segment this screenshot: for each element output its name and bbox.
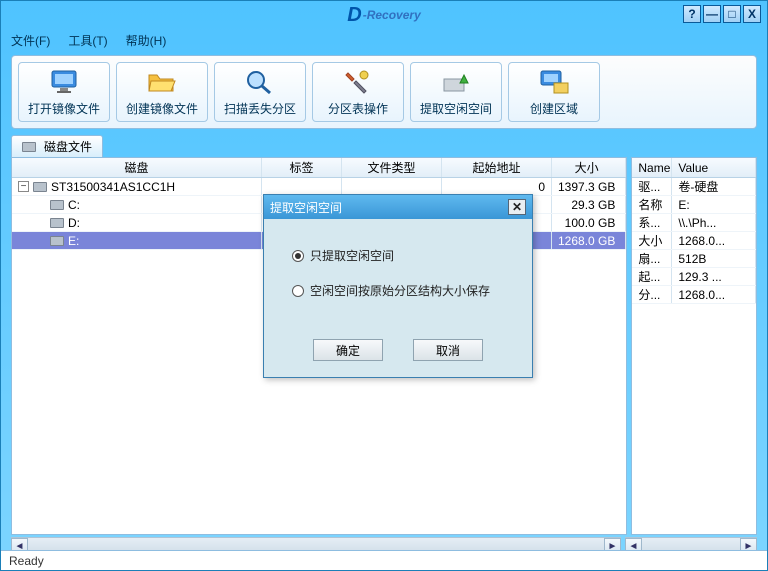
option-original-struct[interactable]: 空闲空间按原始分区结构大小保存: [292, 282, 516, 299]
dialog-titlebar[interactable]: 提取空闲空间 ✕: [264, 195, 532, 219]
hdd-icon: [33, 182, 47, 192]
part-name: C:: [68, 198, 80, 212]
disk-name: ST31500341AS1CC1H: [51, 180, 175, 194]
tab-label: 磁盘文件: [44, 138, 92, 155]
col-disk[interactable]: 磁盘: [12, 158, 262, 177]
prop-value: 129.3 ...: [672, 268, 756, 285]
part-name: D:: [68, 216, 80, 230]
prop-row[interactable]: 扇...512B: [632, 250, 756, 268]
size-value: 29.3 GB: [552, 196, 626, 213]
option-label: 只提取空闲空间: [310, 247, 394, 264]
titlebar: D -Recovery ? — □ X: [1, 1, 767, 29]
start-value: 0: [442, 178, 552, 195]
option-only-free[interactable]: 只提取空闲空间: [292, 247, 516, 264]
menubar: 文件(F) 工具(T) 帮助(H): [1, 29, 767, 51]
close-button[interactable]: X: [743, 5, 761, 23]
prop-name: 扇...: [632, 250, 672, 267]
prop-name: 起...: [632, 268, 672, 285]
dialog-body: 只提取空闲空间 空闲空间按原始分区结构大小保存: [264, 219, 532, 329]
dialog-buttons: 确定 取消: [264, 329, 532, 377]
size-value: 100.0 GB: [552, 214, 626, 231]
ok-button[interactable]: 确定: [313, 339, 383, 361]
prop-name: 系...: [632, 214, 672, 231]
prop-name: 大小: [632, 232, 672, 249]
tabstrip: 磁盘文件: [11, 135, 757, 157]
tool-label: 分区表操作: [328, 100, 388, 117]
prop-row[interactable]: 系...\\.\Ph...: [632, 214, 756, 232]
col-name[interactable]: Name: [632, 158, 672, 177]
status-text: Ready: [9, 554, 44, 568]
toolbar: 打开镜像文件 创建镜像文件 扫描丢失分区 分区表操作 提取空闲空间 创建区域: [11, 55, 757, 129]
monitor-disk-icon: [538, 68, 570, 96]
prop-value: 512B: [672, 250, 756, 267]
logo-d: D: [347, 4, 361, 27]
open-image-button[interactable]: 打开镜像文件: [18, 62, 110, 122]
disk-arrow-icon: [440, 68, 472, 96]
extract-free-button[interactable]: 提取空闲空间: [410, 62, 502, 122]
prop-value: 卷-硬盘: [672, 178, 756, 195]
app-logo: D -Recovery: [347, 4, 420, 27]
col-type[interactable]: 文件类型: [342, 158, 442, 177]
drive-icon: [50, 236, 64, 246]
prop-value: \\.\Ph...: [672, 214, 756, 231]
partition-ops-button[interactable]: 分区表操作: [312, 62, 404, 122]
prop-value: E:: [672, 196, 756, 213]
monitor-icon: [48, 68, 80, 96]
prop-name: 驱...: [632, 178, 672, 195]
magnifier-icon: [244, 68, 276, 96]
window-controls: ? — □ X: [683, 5, 761, 23]
prop-name: 名称: [632, 196, 672, 213]
tool-label: 打开镜像文件: [28, 100, 100, 117]
prop-value: 1268.0...: [672, 286, 756, 303]
col-value[interactable]: Value: [672, 158, 756, 177]
disk-icon: [22, 142, 36, 152]
size-value: 1268.0 GB: [552, 232, 626, 249]
prop-row[interactable]: 分...1268.0...: [632, 286, 756, 304]
cancel-button[interactable]: 取消: [413, 339, 483, 361]
prop-row[interactable]: 大小1268.0...: [632, 232, 756, 250]
menu-file[interactable]: 文件(F): [11, 32, 50, 49]
statusbar: Ready: [1, 550, 767, 570]
tool-label: 提取空闲空间: [420, 100, 492, 117]
radio-icon[interactable]: [292, 285, 304, 297]
prop-name: 分...: [632, 286, 672, 303]
radio-icon[interactable]: [292, 250, 304, 262]
tools-icon: [342, 68, 374, 96]
props-header: Name Value: [632, 158, 756, 178]
help-button[interactable]: ?: [683, 5, 701, 23]
col-size[interactable]: 大小: [552, 158, 626, 177]
extract-free-dialog: 提取空闲空间 ✕ 只提取空闲空间 空闲空间按原始分区结构大小保存 确定 取消: [263, 194, 533, 378]
collapse-icon[interactable]: −: [18, 181, 29, 192]
properties-panel: Name Value 驱...卷-硬盘名称E:系...\\.\Ph...大小12…: [631, 157, 757, 535]
prop-row[interactable]: 起...129.3 ...: [632, 268, 756, 286]
prop-row[interactable]: 名称E:: [632, 196, 756, 214]
menu-help[interactable]: 帮助(H): [126, 32, 167, 49]
drive-icon: [50, 218, 64, 228]
create-area-button[interactable]: 创建区域: [508, 62, 600, 122]
col-start[interactable]: 起始地址: [442, 158, 552, 177]
part-name: E:: [68, 234, 79, 248]
prop-row[interactable]: 驱...卷-硬盘: [632, 178, 756, 196]
folder-icon: [146, 68, 178, 96]
create-image-button[interactable]: 创建镜像文件: [116, 62, 208, 122]
dialog-title: 提取空闲空间: [270, 199, 342, 216]
props-rows: 驱...卷-硬盘名称E:系...\\.\Ph...大小1268.0...扇...…: [632, 178, 756, 534]
tool-label: 创建区域: [530, 100, 578, 117]
size-value: 1397.3 GB: [552, 178, 626, 195]
tool-label: 创建镜像文件: [126, 100, 198, 117]
scan-lost-button[interactable]: 扫描丢失分区: [214, 62, 306, 122]
maximize-button[interactable]: □: [723, 5, 741, 23]
option-label: 空闲空间按原始分区结构大小保存: [310, 282, 490, 299]
drive-icon: [50, 200, 64, 210]
prop-value: 1268.0...: [672, 232, 756, 249]
menu-tool[interactable]: 工具(T): [68, 32, 107, 49]
minimize-button[interactable]: —: [703, 5, 721, 23]
dialog-close-button[interactable]: ✕: [508, 199, 526, 215]
col-label[interactable]: 标签: [262, 158, 342, 177]
disk-grid-header: 磁盘 标签 文件类型 起始地址 大小: [12, 158, 626, 178]
logo-rest: -Recovery: [363, 8, 421, 22]
tab-disk-files[interactable]: 磁盘文件: [11, 135, 103, 157]
tool-label: 扫描丢失分区: [224, 100, 296, 117]
